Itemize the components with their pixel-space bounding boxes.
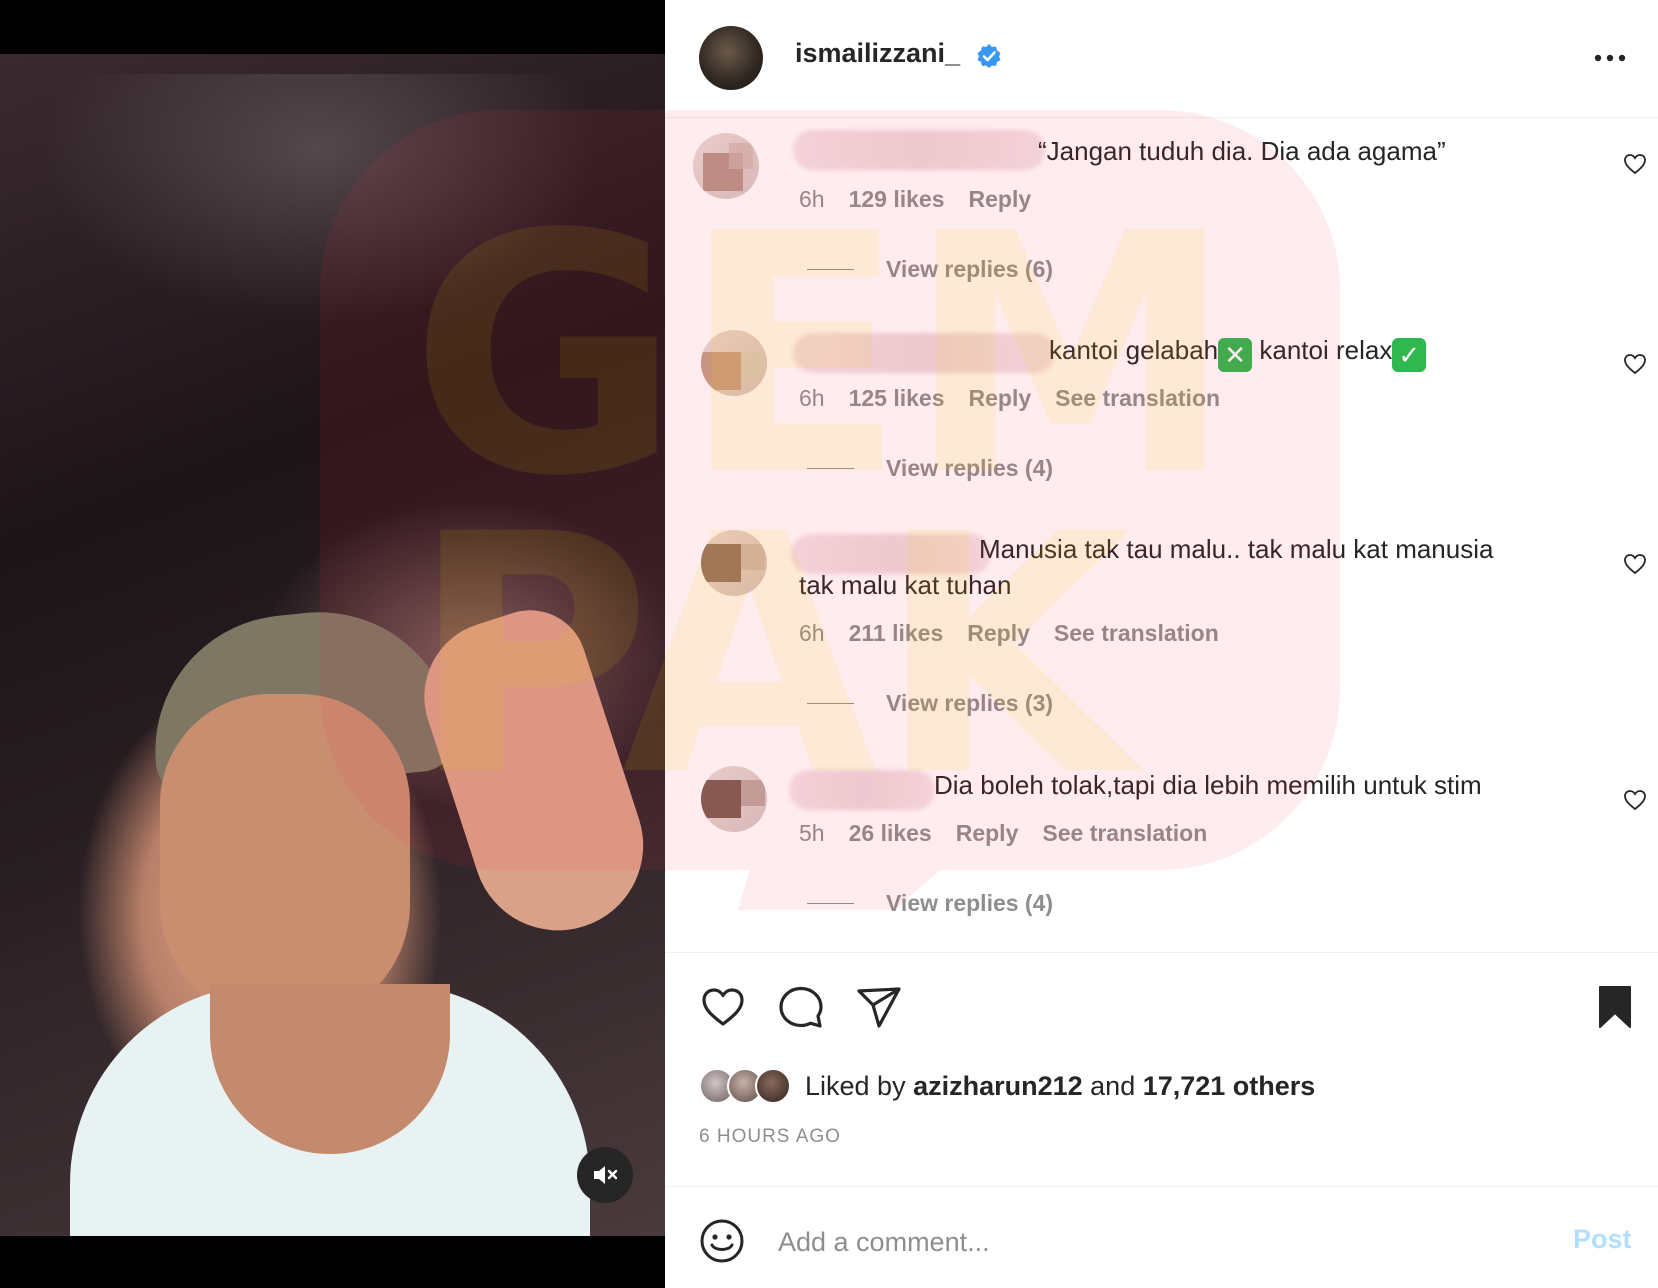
- comment-meta: 6h 211 likes Reply See translation: [799, 620, 1219, 647]
- liked-by-prefix: Liked by: [805, 1070, 914, 1101]
- view-replies-label: View replies (3): [886, 690, 1054, 716]
- comment-text-part: kantoi relax: [1252, 335, 1393, 365]
- more-horizontal-icon[interactable]: [1590, 46, 1630, 70]
- comment-likes[interactable]: 125 likes: [849, 385, 945, 412]
- heart-icon[interactable]: [699, 983, 747, 1031]
- heart-icon[interactable]: [1623, 788, 1647, 812]
- check-mark-emoji-icon: ✓: [1392, 338, 1427, 372]
- reply-button[interactable]: Reply: [969, 186, 1032, 213]
- view-replies-button[interactable]: View replies (4): [807, 890, 1053, 917]
- reply-button[interactable]: Reply: [969, 385, 1032, 412]
- commenter-avatar[interactable]: [701, 330, 767, 396]
- comment-text-line2: tak malu kat tuhan: [799, 570, 1012, 600]
- heart-icon[interactable]: [1623, 152, 1647, 176]
- cross-mark-emoji-icon: ✕: [1218, 338, 1253, 372]
- comment-likes[interactable]: 129 likes: [849, 186, 945, 213]
- view-replies-label: View replies (6): [886, 256, 1054, 282]
- comment-icon[interactable]: [777, 983, 825, 1031]
- smiley-icon[interactable]: [698, 1217, 746, 1265]
- post-panel: ismailizzani_ “Jangan tuduh dia. Dia ada…: [665, 0, 1658, 1288]
- commenter-username-blurred[interactable]: [793, 130, 1045, 170]
- view-replies-button[interactable]: View replies (4): [807, 455, 1053, 482]
- see-translation-button[interactable]: See translation: [1054, 620, 1219, 647]
- comment-meta: 5h 26 likes Reply See translation: [799, 820, 1207, 847]
- comment-likes[interactable]: 211 likes: [849, 620, 944, 647]
- comment-time[interactable]: 5h: [799, 820, 825, 847]
- comment-time[interactable]: 6h: [799, 385, 825, 412]
- post-timestamp[interactable]: 6 HOURS AGO: [699, 1126, 841, 1148]
- verified-badge-icon: [977, 44, 1001, 68]
- speaker-muted-icon: [594, 1166, 618, 1184]
- send-icon[interactable]: [855, 983, 903, 1031]
- comment-box-divider: [665, 1186, 1658, 1187]
- replies-divider: [807, 269, 854, 270]
- comment-likes[interactable]: 26 likes: [849, 820, 932, 847]
- peace-sign-hand: [404, 595, 665, 953]
- comment-meta: 6h 129 likes Reply: [799, 186, 1031, 213]
- post-button[interactable]: Post: [1573, 1224, 1632, 1255]
- liked-by-middle: and: [1082, 1070, 1143, 1101]
- replies-divider: [807, 703, 854, 704]
- view-replies-label: View replies (4): [886, 890, 1054, 916]
- comment-text: “Jangan tuduh dia. Dia ada agama”: [1038, 136, 1446, 166]
- post-media[interactable]: [0, 0, 665, 1288]
- author-username[interactable]: ismailizzani_: [795, 38, 960, 69]
- commenter-username-blurred[interactable]: [789, 770, 935, 810]
- liked-by-others-link[interactable]: 17,721 others: [1143, 1071, 1316, 1101]
- replies-divider: [807, 468, 854, 469]
- likes-summary: Liked by azizharun212 and 17,721 others: [699, 1066, 1315, 1106]
- see-translation-button[interactable]: See translation: [1042, 820, 1207, 847]
- heart-icon[interactable]: [1623, 352, 1647, 376]
- car-roof: [40, 74, 600, 324]
- comment-meta: 6h 125 likes Reply See translation: [799, 385, 1220, 412]
- heart-icon[interactable]: [1623, 552, 1647, 576]
- person-face: [160, 694, 410, 1024]
- video-frame[interactable]: [0, 54, 665, 1236]
- comment-text: Dia boleh tolak,tapi dia lebih memilih u…: [934, 770, 1482, 800]
- reply-button[interactable]: Reply: [956, 820, 1019, 847]
- replies-divider: [807, 903, 854, 904]
- view-replies-button[interactable]: View replies (6): [807, 256, 1053, 283]
- view-replies-label: View replies (4): [886, 455, 1054, 481]
- commenter-username-blurred[interactable]: [793, 333, 1055, 373]
- comment-time[interactable]: 6h: [799, 186, 825, 213]
- bookmark-icon[interactable]: [1591, 983, 1639, 1031]
- view-replies-button[interactable]: View replies (3): [807, 690, 1053, 717]
- comment-text: Manusia tak tau malu.. tak malu kat manu…: [979, 534, 1494, 564]
- liked-by-text: Liked by azizharun212 and 17,721 others: [805, 1071, 1315, 1102]
- liked-by-user-link[interactable]: azizharun212: [913, 1071, 1083, 1101]
- mute-button[interactable]: [577, 1147, 633, 1203]
- commenter-avatar[interactable]: [693, 133, 759, 199]
- author-avatar[interactable]: [699, 26, 763, 90]
- commenter-avatar[interactable]: [701, 530, 767, 596]
- see-translation-button[interactable]: See translation: [1055, 385, 1220, 412]
- comment-text: kantoi gelabah ✕ kantoi relax ✓: [1049, 332, 1427, 372]
- commenter-avatar[interactable]: [701, 766, 767, 832]
- actions-divider: [665, 952, 1658, 953]
- reply-button[interactable]: Reply: [967, 620, 1030, 647]
- post-header: ismailizzani_: [665, 0, 1658, 118]
- liker-avatar[interactable]: [755, 1068, 791, 1104]
- comment-text-part: kantoi gelabah: [1049, 335, 1219, 365]
- comments-list[interactable]: “Jangan tuduh dia. Dia ada agama” 6h 129…: [665, 118, 1658, 952]
- comment-input[interactable]: [778, 1222, 1498, 1262]
- comment-time[interactable]: 6h: [799, 620, 825, 647]
